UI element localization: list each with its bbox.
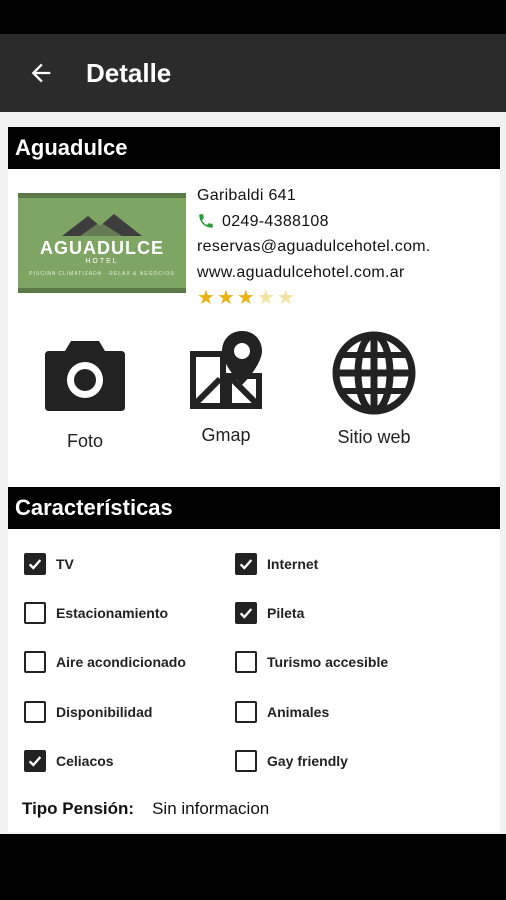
arrow-back-icon — [31, 63, 51, 83]
back-button[interactable] — [6, 34, 76, 112]
feature-item: TV — [24, 539, 235, 588]
pension-label: Tipo Pensión: — [22, 799, 135, 819]
star-empty-icon: ★ — [276, 287, 295, 309]
camera-icon — [45, 341, 125, 411]
hotel-logo: AGUADULCE HOTEL PISCINA CLIMATIZADA · RE… — [18, 193, 186, 293]
checkmark-icon — [239, 558, 253, 570]
status-bar — [0, 0, 506, 34]
feature-label: TV — [56, 555, 74, 572]
website-button[interactable]: Sitio web — [324, 331, 424, 448]
hotel-info: AGUADULCE HOTEL PISCINA CLIMATIZADA · RE… — [8, 169, 500, 329]
feature-label: Gay friendly — [267, 752, 348, 769]
feature-label: Aire acondicionado — [56, 654, 186, 671]
logo-name-bold: DULCE — [97, 238, 164, 258]
action-bar: Foto Gmap Sitio web — [8, 327, 500, 487]
feature-item: Pileta — [235, 588, 495, 637]
feature-item: Turismo accesible — [235, 638, 495, 687]
feature-item: Aire acondicionado — [24, 638, 235, 687]
star-filled-icon: ★ — [197, 287, 215, 309]
feature-item: Celiacos — [24, 736, 235, 785]
address: Garibaldi 641 — [197, 187, 297, 204]
checkmark-icon — [28, 756, 42, 767]
logo-tagline: PISCINA CLIMATIZADA · RELAX & NEGOCIOS — [29, 271, 175, 277]
phone-number: 0249-4388108 — [222, 212, 329, 230]
feature-label: Estacionamiento — [56, 604, 169, 621]
app-bar: Detalle — [0, 34, 506, 112]
map-icon — [190, 331, 262, 409]
website-link[interactable]: www.aguadulcehotel.com.ar — [197, 260, 497, 286]
hotel-name-header: Aguadulce — [8, 127, 500, 169]
checkmark-icon — [239, 608, 253, 619]
feature-item: Gay friendly — [235, 736, 495, 785]
hotel-card: Aguadulce AGUADULCE HOTEL PISCINA CLIMAT… — [8, 127, 500, 487]
feature-checkbox[interactable] — [24, 601, 46, 624]
star-filled-icon: ★ — [216, 287, 235, 309]
pension-row: Tipo Pensión: Sin informacion — [8, 785, 500, 833]
feature-label: Celiacos — [56, 752, 114, 769]
content-area: Aguadulce AGUADULCE HOTEL PISCINA CLIMAT… — [0, 112, 506, 834]
pension-value: Sin informacion — [152, 799, 270, 819]
gmap-button[interactable]: Gmap — [176, 329, 276, 446]
feature-checkbox[interactable] — [235, 749, 257, 772]
feature-checkbox[interactable] — [235, 552, 257, 575]
gmap-label: Gmap — [201, 425, 251, 445]
feature-label: Turismo accesible — [267, 654, 389, 671]
page-title: Detalle — [86, 57, 172, 88]
features-list: TV Internet Estacionamiento Pileta Aire acon… — [8, 529, 500, 833]
star-empty-icon: ★ — [256, 287, 275, 309]
feature-checkbox[interactable] — [235, 700, 257, 723]
features-card: Características TV Internet Estacionamient… — [8, 487, 500, 832]
feature-checkbox[interactable] — [235, 601, 257, 624]
feature-item: Estacionamiento — [24, 588, 235, 637]
feature-checkbox[interactable] — [24, 749, 46, 772]
email-link[interactable]: reservas@aguadulcehotel.com. — [197, 234, 497, 260]
logo-name-light: AGUA — [40, 238, 97, 258]
feature-checkbox[interactable] — [24, 552, 46, 575]
feature-label: Pileta — [267, 604, 305, 621]
star-filled-icon: ★ — [236, 287, 255, 309]
website-label: Sitio web — [337, 427, 411, 447]
feature-checkbox[interactable] — [24, 651, 46, 674]
phone-row[interactable]: 0249-4388108 — [197, 209, 497, 235]
star-rating: ★ ★ ★ ★ ★ — [197, 287, 497, 309]
logo-sub: HOTEL — [85, 258, 119, 265]
features-title: Características — [15, 495, 173, 520]
feature-checkbox[interactable] — [24, 700, 46, 723]
photo-label: Foto — [66, 431, 104, 451]
feature-checkbox[interactable] — [235, 651, 257, 674]
mountain-icon — [62, 214, 142, 236]
features-grid: TV Internet Estacionamiento Pileta Aire acon… — [8, 539, 500, 785]
checkmark-icon — [28, 558, 42, 570]
feature-label: Disponibilidad — [56, 703, 153, 720]
phone-icon — [199, 214, 213, 228]
feature-item: Disponibilidad — [24, 687, 235, 736]
globe-icon — [332, 331, 416, 415]
hotel-name: Aguadulce — [15, 135, 128, 160]
feature-item: Animales — [235, 687, 495, 736]
feature-label: Animales — [267, 703, 330, 720]
feature-label: Internet — [267, 555, 319, 572]
photo-button[interactable]: Foto — [35, 337, 135, 452]
feature-item: Internet — [235, 539, 495, 588]
features-header: Características — [8, 487, 500, 529]
contact-info: Garibaldi 641 0249-4388108 reservas@agua… — [197, 183, 497, 309]
